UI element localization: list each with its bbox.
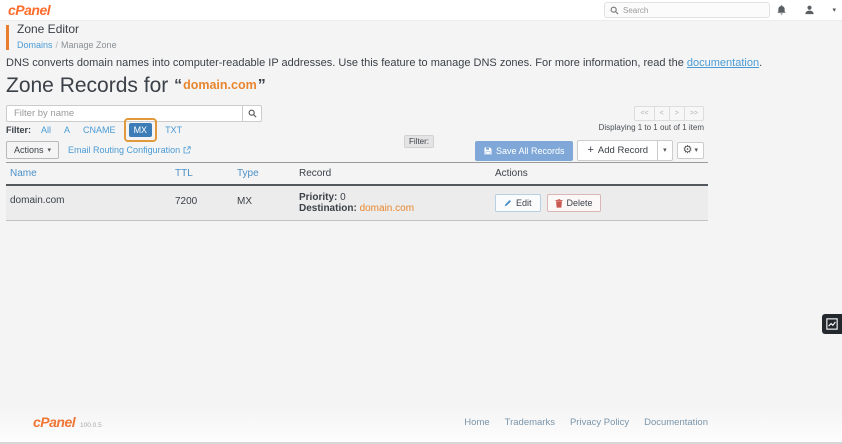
breadcrumb-domains-link[interactable]: Domains: [17, 40, 53, 50]
table-row: domain.com 7200 MX Priority: 0 Destinati…: [6, 185, 708, 221]
pagination-next-button[interactable]: >: [668, 106, 685, 121]
pagination: << < > >>: [634, 106, 704, 121]
table-settings-button[interactable]: ⚙ ▾: [676, 142, 704, 159]
zone-records-heading: Zone Records for “domain.com”: [6, 74, 266, 98]
filter-label: Filter:: [6, 125, 32, 135]
filter-search-button[interactable]: [242, 105, 262, 122]
column-header-name[interactable]: Name: [10, 168, 37, 179]
user-account-icon[interactable]: [804, 4, 815, 16]
caret-down-icon: ▾: [694, 147, 698, 154]
documentation-link[interactable]: documentation: [687, 57, 759, 69]
chart-icon: [826, 318, 838, 330]
email-routing-label: Email Routing Configuration: [68, 145, 181, 155]
breadcrumb-separator: /: [55, 40, 59, 50]
filter-tooltip: Filter:: [404, 135, 434, 148]
edit-label: Edit: [516, 198, 532, 208]
page-title-accent-bar: [6, 25, 9, 50]
actions-row: Actions ▾ Email Routing Configuration: [6, 141, 191, 159]
analytics-side-tab[interactable]: [822, 314, 842, 334]
save-all-label: Save All Records: [495, 145, 565, 156]
footer-trademarks-link[interactable]: Trademarks: [505, 417, 555, 428]
filter-type-row: Filter: All A CNAME MX TXT: [6, 118, 195, 142]
delete-label: Delete: [566, 198, 593, 208]
add-record-button[interactable]: + Add Record: [577, 140, 659, 161]
footer-version: 100.0.5: [80, 422, 102, 429]
pagination-last-button[interactable]: >>: [683, 106, 704, 121]
caret-down-icon: ▾: [47, 146, 52, 154]
external-link-icon: [183, 146, 191, 154]
filter-all-link[interactable]: All: [41, 125, 51, 135]
gear-icon: ⚙: [682, 144, 693, 156]
footer-links: Home Trademarks Privacy Policy Documenta…: [464, 417, 708, 428]
heading-domain: domain.com: [183, 78, 257, 92]
pagination-status: Displaying 1 to 1 out of 1 item: [598, 123, 704, 132]
filter-cname-link[interactable]: CNAME: [83, 125, 116, 135]
plus-icon: +: [587, 144, 594, 156]
heading-prefix: Zone Records for: [6, 74, 169, 97]
column-header-record: Record: [295, 162, 491, 186]
description-period: .: [759, 57, 763, 69]
pagination-first-button[interactable]: <<: [634, 106, 655, 121]
filter-a-link[interactable]: A: [64, 125, 70, 135]
add-record-group: + Add Record ▾: [577, 140, 673, 161]
search-input[interactable]: [623, 5, 764, 15]
topbar-caret-down-icon[interactable]: ▾: [832, 7, 836, 14]
add-record-label: Add Record: [597, 145, 649, 156]
footer-home-link[interactable]: Home: [464, 417, 489, 428]
save-icon: [484, 147, 492, 155]
priority-value: 0: [340, 192, 346, 203]
cpanel-logo: cPanel: [8, 2, 51, 18]
page-description: DNS converts domain names into computer-…: [6, 57, 762, 69]
delete-record-button[interactable]: Delete: [546, 194, 601, 212]
footer-documentation-link[interactable]: Documentation: [644, 417, 708, 428]
filter-by-name-input[interactable]: [6, 105, 242, 122]
zone-records-table: Name TTL Type Record Actions domain.com …: [6, 162, 708, 221]
record-name: domain.com: [6, 185, 171, 221]
column-header-ttl[interactable]: TTL: [175, 168, 193, 179]
filter-mx-pill[interactable]: MX: [128, 123, 153, 137]
column-header-type[interactable]: Type: [237, 168, 259, 179]
notifications-bell-icon[interactable]: [776, 4, 787, 16]
priority-label: Priority:: [299, 192, 338, 203]
pencil-icon: [504, 199, 512, 207]
record-value: Priority: 0 Destination: domain.com: [295, 185, 491, 221]
edit-record-button[interactable]: Edit: [495, 194, 541, 212]
search-icon: [610, 6, 619, 15]
footer-cpanel-logo: cPanel: [33, 414, 76, 430]
trash-icon: [554, 198, 563, 208]
footer-privacy-policy-link[interactable]: Privacy Policy: [570, 417, 629, 428]
filter-by-name-group: [6, 105, 262, 122]
add-record-caret-button[interactable]: ▾: [658, 140, 673, 161]
column-header-actions: Actions: [491, 162, 708, 186]
record-actions: Edit Delete: [491, 185, 708, 221]
save-all-records-button[interactable]: Save All Records: [474, 140, 574, 161]
heading-close-quote: ”: [257, 77, 266, 94]
filter-mx-selected[interactable]: MX: [123, 118, 158, 142]
record-actions-toolbar: Save All Records + Add Record ▾ ⚙ ▾: [474, 140, 704, 161]
record-type: MX: [233, 185, 295, 221]
heading-open-quote: “: [174, 77, 183, 94]
search-icon: [248, 109, 257, 118]
table-header-row: Name TTL Type Record Actions: [6, 162, 708, 186]
filter-txt-link[interactable]: TXT: [165, 125, 182, 135]
pagination-prev-button[interactable]: <: [653, 106, 670, 121]
destination-label: Destination:: [299, 203, 357, 214]
actions-dropdown-button[interactable]: Actions ▾: [6, 141, 60, 159]
global-search[interactable]: [604, 2, 770, 18]
page-title: Zone Editor: [17, 22, 80, 36]
topbar: cPanel ▾: [0, 0, 842, 21]
email-routing-configuration-link[interactable]: Email Routing Configuration: [68, 145, 191, 155]
actions-button-label: Actions: [14, 145, 44, 155]
description-text: DNS converts domain names into computer-…: [6, 57, 687, 69]
breadcrumb-current: Manage Zone: [61, 40, 117, 50]
destination-value: domain.com: [359, 203, 415, 214]
breadcrumb: Domains / Manage Zone: [17, 40, 117, 50]
record-ttl: 7200: [171, 185, 233, 221]
caret-down-icon: ▾: [663, 147, 667, 154]
footer: [0, 406, 842, 444]
